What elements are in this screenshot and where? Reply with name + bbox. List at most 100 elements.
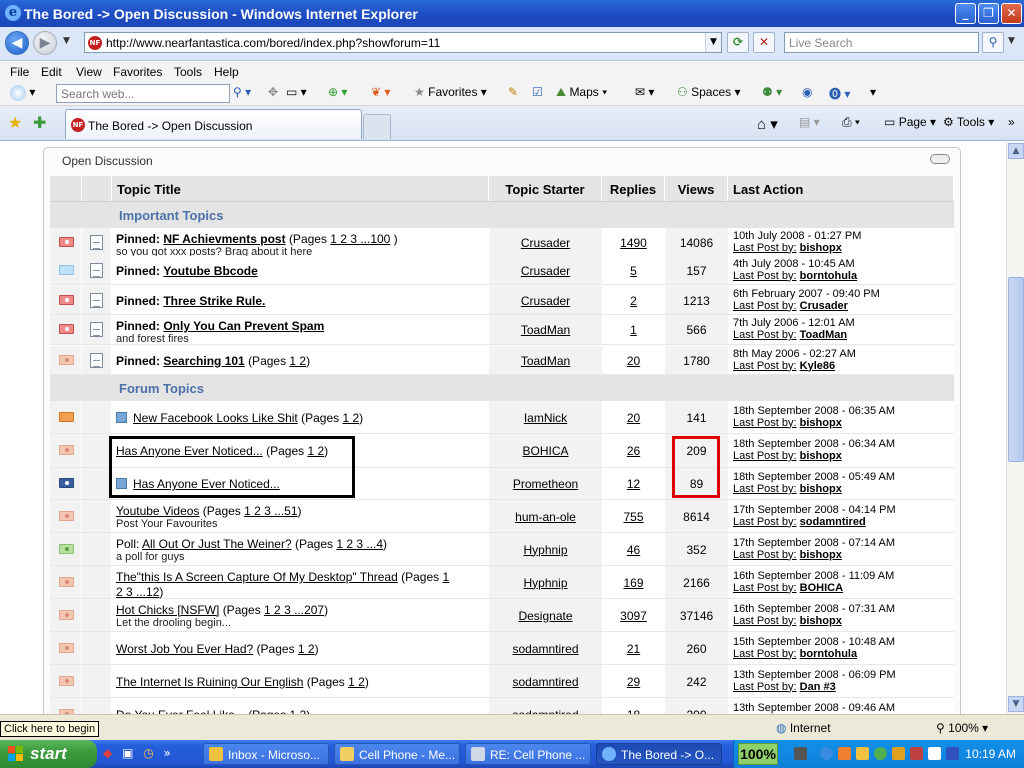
topic-starter-link[interactable]: sodamntired [489, 642, 602, 656]
last-post-label[interactable]: Last Post by: [733, 681, 797, 693]
topic-title-link[interactable]: Youtube Videos [116, 504, 199, 518]
last-post-label[interactable]: Last Post by: [733, 450, 797, 462]
last-post-label[interactable]: Last Post by: [733, 300, 797, 312]
column-header-views[interactable]: Views [665, 176, 728, 201]
topic-starter-link[interactable]: Prometheon [489, 477, 602, 491]
history-dropdown-icon[interactable]: ▼ [63, 36, 70, 46]
web-search-icon[interactable]: ⚲ ▾ [233, 85, 251, 99]
menu-view[interactable]: View [76, 65, 102, 79]
table-row[interactable]: Pinned: Only You Can Prevent Spam and for… [50, 315, 954, 345]
table-row[interactable]: Youtube Videos (Pages 1 2 3 ...51) Post Y… [50, 500, 954, 533]
last-post-label[interactable]: Last Post by: [733, 242, 797, 254]
table-row[interactable]: Pinned: NF Achievments post (Pages 1 2 3… [50, 228, 954, 258]
column-header-starter[interactable]: Topic Starter [489, 176, 602, 201]
stop-icon[interactable]: ✕ [753, 32, 775, 53]
replies-link[interactable]: 3097 [602, 609, 665, 623]
maximize-button[interactable]: ❐ [978, 3, 999, 24]
replies-link[interactable]: 2 [602, 294, 665, 308]
topic-starter-link[interactable]: Hyphnip [489, 543, 602, 557]
menu-file[interactable]: File [10, 65, 29, 79]
search-options-icon[interactable]: ▼ [1008, 36, 1015, 46]
last-post-user-link[interactable]: bishopx [800, 549, 842, 561]
topic-title-link[interactable]: New Facebook Looks Like Shit [133, 411, 298, 425]
topic-starter-link[interactable]: Crusader [489, 264, 602, 278]
topic-title-link[interactable]: All Out Or Just The Weiner? [142, 537, 292, 551]
page-links-cont[interactable]: 2 3 ...12 [116, 585, 159, 599]
spaces-button[interactable]: ⚇ Spaces ▾ [677, 85, 741, 99]
page-links[interactable]: 1 2 3 ...51 [244, 504, 297, 518]
task-browser[interactable]: The Bored -> O... [596, 743, 722, 765]
last-post-user-link[interactable]: ToadMan [800, 329, 847, 341]
shield-icon[interactable] [946, 747, 959, 760]
last-post-user-link[interactable]: bishopx [800, 417, 842, 429]
quicklaunch-app-icon[interactable]: ◆ [103, 746, 112, 760]
web-search-input[interactable]: Search web... [56, 84, 230, 103]
vertical-scrollbar[interactable]: ▲ ▼ [1006, 142, 1024, 714]
last-post-label[interactable]: Last Post by: [733, 483, 797, 495]
refresh-icon[interactable]: ⟳ [727, 32, 749, 53]
favorites-star-icon[interactable]: ★ [8, 113, 22, 133]
topic-starter-link[interactable]: sodamntired [489, 675, 602, 689]
column-header-title[interactable]: Topic Title [112, 176, 489, 201]
more-icon[interactable]: ▾ [870, 85, 876, 99]
topic-starter-link[interactable]: Crusader [489, 236, 602, 250]
bluetooth-icon[interactable] [820, 747, 833, 760]
topic-starter-link[interactable]: ToadMan [489, 323, 602, 337]
replies-link[interactable]: 1 [602, 323, 665, 337]
topic-title-link[interactable]: The"this Is A Screen Capture Of My Deskt… [116, 570, 398, 584]
menu-favorites[interactable]: Favorites [113, 65, 162, 79]
replies-link[interactable]: 755 [602, 510, 665, 524]
page-links[interactable]: 1 2 3 ...4 [336, 537, 383, 551]
butterfly-icon[interactable]: ❦ ▾ [371, 85, 390, 99]
last-post-label[interactable]: Last Post by: [733, 360, 797, 372]
menu-help[interactable]: Help [214, 65, 239, 79]
topic-title-link[interactable]: Only You Can Prevent Spam [163, 319, 324, 333]
new-tab-button[interactable] [363, 114, 391, 139]
last-post-label[interactable]: Last Post by: [733, 329, 797, 341]
start-button[interactable]: start [0, 740, 97, 768]
favorites-button[interactable]: ★ Favorites ▾ [414, 85, 487, 99]
feeds-icon[interactable]: ▤ ▾ [799, 115, 820, 129]
search-icon[interactable]: ⚲ [982, 32, 1004, 53]
task-re-cell-phone[interactable]: RE: Cell Phone ... [465, 743, 591, 765]
replies-link[interactable]: 46 [602, 543, 665, 557]
last-post-label[interactable]: Last Post by: [733, 516, 797, 528]
forward-button[interactable]: ▶ [33, 31, 57, 55]
replies-link[interactable]: 21 [602, 642, 665, 656]
battery-indicator[interactable]: 100% [738, 743, 778, 765]
last-post-user-link[interactable]: bishopx [800, 242, 842, 254]
page-links[interactable]: 1 2 3 ...100 [330, 232, 390, 246]
quicklaunch-outlook-icon[interactable]: ◷ [143, 746, 153, 760]
topic-starter-link[interactable]: BOHICA [489, 444, 602, 458]
column-header-replies[interactable]: Replies [602, 176, 665, 201]
close-button[interactable]: ✕ [1001, 3, 1022, 24]
topic-title-link[interactable]: Hot Chicks [NSFW] [116, 603, 219, 617]
table-row[interactable]: Poll: All Out Or Just The Weiner? (Pages… [50, 533, 954, 566]
table-row[interactable]: Worst Job You Ever Had? (Pages 1 2) sodam… [50, 632, 954, 665]
table-row[interactable]: Hot Chicks [NSFW] (Pages 1 2 3 ...207) Le… [50, 599, 954, 632]
last-post-user-link[interactable]: borntohula [800, 270, 857, 282]
address-dropdown-icon[interactable]: ▼ [705, 33, 721, 52]
topic-starter-link[interactable]: Designate [489, 609, 602, 623]
last-post-user-link[interactable]: borntohula [800, 648, 857, 660]
last-post-user-link[interactable]: bishopx [800, 450, 842, 462]
scroll-down-icon[interactable]: ▼ [1008, 696, 1024, 712]
replies-link[interactable]: 169 [602, 576, 665, 590]
chevron-more-icon[interactable]: » [1008, 115, 1015, 129]
messenger-tray-icon[interactable] [874, 747, 887, 760]
replies-link[interactable]: 1490 [602, 236, 665, 250]
page-links[interactable]: 1 2 [298, 642, 315, 656]
scroll-thumb[interactable] [1008, 277, 1024, 462]
scroll-up-icon[interactable]: ▲ [1008, 143, 1024, 159]
print-icon[interactable]: ⎙ ▾ [842, 115, 860, 130]
page-links[interactable]: 1 2 [342, 411, 359, 425]
media-icon[interactable] [928, 747, 941, 760]
replies-link[interactable]: 29 [602, 675, 665, 689]
tab-active[interactable]: NF The Bored -> Open Discussion [65, 109, 362, 139]
last-post-user-link[interactable]: Crusader [800, 300, 848, 312]
toolbar-options-icon[interactable]: ✥ [268, 85, 278, 99]
topic-starter-link[interactable]: Crusader [489, 294, 602, 308]
topic-starter-link[interactable]: hum-an-ole [489, 510, 602, 524]
column-header-last_action[interactable]: Last Action [728, 176, 954, 201]
page-menu-button[interactable]: ▭ Page ▾ [884, 115, 936, 129]
